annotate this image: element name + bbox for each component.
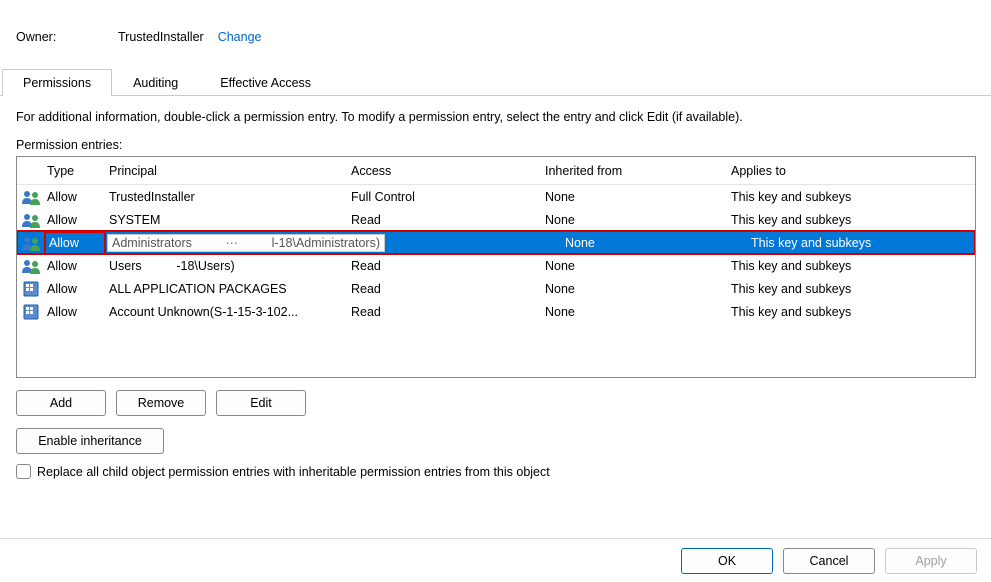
cell-principal: SYSTEM — [107, 213, 349, 227]
ok-button[interactable]: OK — [681, 548, 773, 574]
edit-button[interactable]: Edit — [216, 390, 306, 416]
cell-principal: Account Unknown(S-1-15-3-102... — [107, 305, 349, 319]
col-applies[interactable]: Applies to — [729, 164, 975, 178]
cell-inherited: None — [563, 236, 749, 250]
owner-value: TrustedInstaller — [118, 30, 204, 44]
cell-principal-editor[interactable]: Administrators ⋯ l-18\Administrators) — [107, 234, 385, 252]
cell-type: Allow — [45, 190, 107, 204]
cell-inherited: None — [543, 259, 729, 273]
table-header-row: Type Principal Access Inherited from App… — [17, 157, 975, 185]
tab-auditing[interactable]: Auditing — [112, 69, 199, 96]
cell-type: Allow — [45, 259, 107, 273]
remove-button[interactable]: Remove — [116, 390, 206, 416]
tabs: Permissions Auditing Effective Access — [0, 68, 991, 96]
cell-applies: This key and subkeys — [729, 259, 975, 273]
cell-applies: This key and subkeys — [729, 190, 975, 204]
cell-inherited: None — [543, 213, 729, 227]
tab-permissions[interactable]: Permissions — [2, 69, 112, 96]
col-principal[interactable]: Principal — [107, 164, 349, 178]
tab-effective-access[interactable]: Effective Access — [199, 69, 332, 96]
cell-applies: This key and subkeys — [729, 213, 975, 227]
cell-type: Allow — [45, 213, 107, 227]
users-icon — [17, 258, 45, 274]
cell-type: Allow — [45, 305, 107, 319]
app-package-icon — [17, 281, 45, 297]
table-row[interactable]: Allow Account Unknown(S-1-15-3-102... Re… — [17, 300, 975, 323]
table-row[interactable]: Allow TrustedInstaller Full Control None… — [17, 185, 975, 208]
cell-inherited: None — [543, 305, 729, 319]
cell-access: Read — [349, 282, 543, 296]
principal-left: Administrators — [112, 236, 192, 250]
cell-access: Full Control — [349, 190, 543, 204]
ellipsis-icon: ⋯ — [192, 235, 272, 250]
cell-access: Read — [349, 305, 543, 319]
cell-inherited: None — [543, 282, 729, 296]
replace-child-checkbox[interactable] — [16, 464, 31, 479]
col-type[interactable]: Type — [45, 164, 107, 178]
cell-principal: TrustedInstaller — [107, 190, 349, 204]
replace-child-label: Replace all child object permission entr… — [37, 465, 550, 479]
entries-label: Permission entries: — [16, 138, 975, 152]
cell-applies: This key and subkeys — [729, 282, 975, 296]
owner-label: Owner: — [16, 30, 118, 44]
cell-inherited: None — [543, 190, 729, 204]
permission-entries-table: Type Principal Access Inherited from App… — [16, 156, 976, 378]
cell-type: Allow — [45, 282, 107, 296]
owner-change-link[interactable]: Change — [218, 30, 262, 44]
cell-principal: ALL APPLICATION PACKAGES — [107, 282, 349, 296]
cell-access: Read — [349, 213, 543, 227]
users-icon — [17, 189, 45, 205]
dialog-footer: OK Cancel Apply — [0, 538, 991, 582]
table-row[interactable]: Allow ALL APPLICATION PACKAGES Read None… — [17, 277, 975, 300]
app-package-icon — [17, 304, 45, 320]
cell-applies: This key and subkeys — [749, 236, 975, 250]
col-inherited[interactable]: Inherited from — [543, 164, 729, 178]
table-row[interactable]: Allow Users -18\Users) Read None This ke… — [17, 254, 975, 277]
cell-access: Read — [349, 259, 543, 273]
table-row[interactable]: Allow SYSTEM Read None This key and subk… — [17, 208, 975, 231]
add-button[interactable]: Add — [16, 390, 106, 416]
info-text: For additional information, double-click… — [16, 110, 975, 124]
table-row-selected[interactable]: Allow Administrators ⋯ l-18\Administrato… — [17, 231, 975, 254]
users-icon — [17, 235, 45, 251]
principal-right: l-18\Administrators) — [272, 236, 380, 250]
cell-type: Allow — [45, 232, 105, 254]
cell-principal: Users -18\Users) — [107, 259, 349, 273]
cell-applies: This key and subkeys — [729, 305, 975, 319]
col-access[interactable]: Access — [349, 164, 543, 178]
cancel-button[interactable]: Cancel — [783, 548, 875, 574]
apply-button: Apply — [885, 548, 977, 574]
users-icon — [17, 212, 45, 228]
enable-inheritance-button[interactable]: Enable inheritance — [16, 428, 164, 454]
